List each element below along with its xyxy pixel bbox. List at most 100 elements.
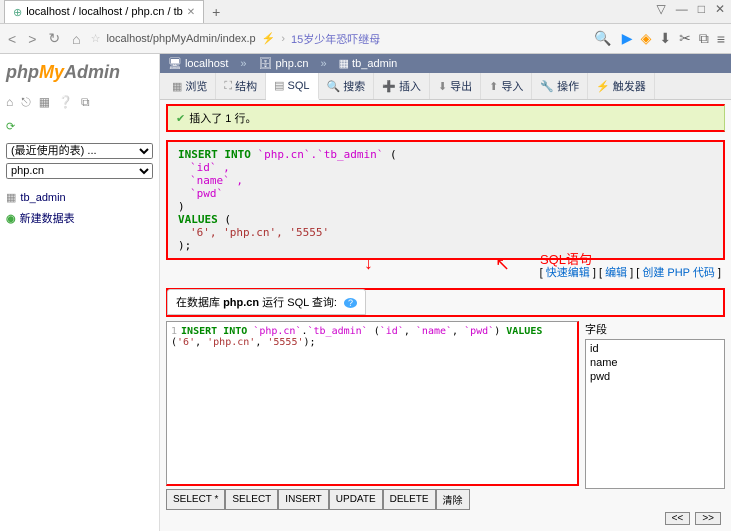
browser-tabs: ⊕ localhost / localhost / php.cn / tb ✕ … bbox=[0, 0, 731, 24]
query-header-outline: 在数据库 php.cn 运行 SQL 查询: ? bbox=[166, 288, 725, 317]
field-panel: 字段 id name pwd bbox=[585, 321, 725, 489]
tab-title: localhost / localhost / php.cn / tb bbox=[26, 6, 183, 18]
browse-icon: ▦ bbox=[172, 80, 182, 93]
tab-export[interactable]: ⬇导出 bbox=[430, 73, 481, 99]
docs-icon[interactable]: ❔ bbox=[58, 95, 73, 110]
forward-button[interactable]: > bbox=[26, 31, 38, 47]
plus-icon: ◉ bbox=[6, 212, 16, 225]
back-button[interactable]: < bbox=[6, 31, 18, 47]
next-button[interactable]: >> bbox=[695, 512, 721, 525]
check-icon: ✔ bbox=[176, 112, 185, 125]
maximize-button[interactable]: □ bbox=[698, 2, 705, 16]
app-layout: phpMyAdmin ⌂ ⎋ ▦ ❔ ⧉ ⟳ (最近使用的表) ... php.… bbox=[0, 54, 731, 531]
tab-structure[interactable]: ⛶结构 bbox=[216, 73, 266, 99]
breadcrumb-sep: » bbox=[240, 57, 246, 70]
tab-browse[interactable]: ▦浏览 bbox=[164, 73, 216, 99]
url-separator: ⚡ bbox=[262, 32, 276, 45]
sql-icon[interactable]: ▦ bbox=[39, 95, 50, 110]
new-tab-button[interactable]: + bbox=[204, 4, 228, 20]
insert-icon: ➕ bbox=[382, 80, 396, 93]
tab-operations[interactable]: 🔧操作 bbox=[532, 73, 588, 99]
close-window-button[interactable]: ✕ bbox=[715, 2, 725, 16]
select-button[interactable]: SELECT bbox=[225, 489, 278, 510]
logout-icon[interactable]: ⎋ bbox=[21, 95, 31, 110]
tab-sql[interactable]: ▤SQL bbox=[266, 73, 318, 100]
table-icon: ▦ bbox=[6, 191, 16, 204]
breadcrumb-sep: » bbox=[321, 57, 327, 70]
copy-icon[interactable]: ⧉ bbox=[699, 30, 709, 47]
quick-edit-link[interactable]: 快速编辑 bbox=[546, 267, 590, 279]
sidebar-quick-icons: ⌂ ⎋ ▦ ❔ ⧉ bbox=[6, 91, 153, 118]
minimize-button[interactable]: — bbox=[676, 2, 688, 16]
phpmyadmin-logo[interactable]: phpMyAdmin bbox=[6, 58, 153, 91]
content-area: 🖥 localhost » 🗄 php.cn » ▦ tb_admin ▦浏览 … bbox=[160, 54, 731, 531]
table-item-tb_admin[interactable]: ▦ tb_admin bbox=[6, 189, 153, 206]
export-icon: ⬇ bbox=[438, 80, 447, 93]
database-select[interactable]: php.cn bbox=[6, 163, 153, 179]
recent-tables-select[interactable]: (最近使用的表) ... bbox=[6, 143, 153, 159]
insert-button[interactable]: INSERT bbox=[278, 489, 329, 510]
field-item[interactable]: id bbox=[590, 342, 720, 356]
tab-search[interactable]: 🔍搜索 bbox=[319, 73, 375, 99]
editor-row: 1INSERT INTO `php.cn`.`tb_admin` (`id`, … bbox=[166, 321, 725, 489]
extension-icon[interactable]: ◈ bbox=[641, 30, 652, 47]
edit-link[interactable]: 编辑 bbox=[605, 267, 627, 279]
prev-button[interactable]: << bbox=[665, 512, 691, 525]
line-number: 1 bbox=[171, 326, 177, 337]
globe-icon: ⊕ bbox=[13, 6, 22, 19]
refresh-icon[interactable]: ⟳ bbox=[6, 121, 15, 133]
new-table-label: 新建数据表 bbox=[20, 210, 75, 226]
tab-import[interactable]: ⬆导入 bbox=[481, 73, 532, 99]
structure-icon: ⛶ bbox=[224, 80, 232, 93]
url-text: localhost/phpMyAdmin/index.p bbox=[106, 33, 255, 45]
sql-result-box: INSERT INTO `php.cn`.`tb_admin` ( `id` ,… bbox=[166, 140, 725, 260]
success-message: ✔ 插入了 1 行。 bbox=[166, 104, 725, 132]
download-icon[interactable]: ⬇ bbox=[659, 30, 671, 47]
triggers-icon: ⚡ bbox=[596, 80, 610, 93]
dropdown-icon[interactable]: › bbox=[281, 33, 285, 45]
help-badge-icon[interactable]: ? bbox=[344, 298, 357, 308]
table-name: tb_admin bbox=[20, 192, 65, 204]
field-item[interactable]: name bbox=[590, 356, 720, 370]
bookmark-icon[interactable]: ☆ bbox=[91, 32, 101, 45]
field-item[interactable]: pwd bbox=[590, 370, 720, 384]
refresh-row: ⟳ bbox=[6, 118, 153, 143]
cut-icon[interactable]: ✂ bbox=[679, 30, 691, 47]
sidebar: phpMyAdmin ⌂ ⎋ ▦ ❔ ⧉ ⟳ (最近使用的表) ... php.… bbox=[0, 54, 160, 531]
home-button[interactable]: ⌂ bbox=[70, 31, 82, 47]
tab-triggers[interactable]: ⚡触发器 bbox=[588, 73, 655, 99]
suggestion-link[interactable]: 15岁少年恐吓继母 bbox=[291, 31, 380, 47]
create-php-link[interactable]: 创建 PHP 代码 bbox=[642, 267, 715, 279]
update-button[interactable]: UPDATE bbox=[329, 489, 383, 510]
menu-icon[interactable]: ≡ bbox=[717, 31, 725, 47]
search-icon[interactable]: 🔍 bbox=[592, 30, 613, 47]
help-icon[interactable]: ⧉ bbox=[81, 95, 90, 110]
sql-editor[interactable]: 1INSERT INTO `php.cn`.`tb_admin` (`id`, … bbox=[166, 321, 579, 486]
home-icon[interactable]: ⌂ bbox=[6, 95, 13, 110]
browser-tab-active[interactable]: ⊕ localhost / localhost / php.cn / tb ✕ bbox=[4, 0, 204, 23]
arrow-down-icon: ↓ bbox=[364, 253, 373, 274]
logo-my: My bbox=[39, 62, 64, 82]
tab-insert[interactable]: ➕插入 bbox=[374, 73, 430, 99]
sql-tab-icon: ▤ bbox=[274, 79, 284, 92]
sql-button-row: SELECT * SELECT INSERT UPDATE DELETE 清除 bbox=[166, 489, 725, 510]
delete-button[interactable]: DELETE bbox=[383, 489, 436, 510]
url-bar[interactable]: ☆ localhost/phpMyAdmin/index.p ⚡ › 15岁少年… bbox=[91, 31, 585, 47]
breadcrumb-table[interactable]: ▦ tb_admin bbox=[339, 57, 398, 70]
arrow-sql-icon: ↖ bbox=[495, 254, 510, 275]
breadcrumb-server[interactable]: 🖥 localhost bbox=[168, 57, 228, 70]
operations-icon: 🔧 bbox=[540, 80, 554, 93]
breadcrumb-db[interactable]: 🗄 php.cn bbox=[259, 57, 309, 70]
query-panel: ↓ 在数据库 php.cn 运行 SQL 查询: ? bbox=[166, 288, 725, 317]
logo-php: php bbox=[6, 62, 39, 82]
reload-button[interactable]: ↻ bbox=[46, 30, 62, 47]
fields-label: 字段 bbox=[585, 321, 725, 337]
select-all-button[interactable]: SELECT * bbox=[166, 489, 225, 510]
shield-icon[interactable]: ▽ bbox=[656, 2, 665, 16]
play-icon[interactable]: ▶ bbox=[622, 30, 633, 47]
field-list[interactable]: id name pwd bbox=[585, 339, 725, 489]
tab-close-icon[interactable]: ✕ bbox=[187, 7, 195, 18]
new-table-button[interactable]: ◉ 新建数据表 bbox=[6, 206, 153, 230]
db-tree: ▦ tb_admin ◉ 新建数据表 bbox=[6, 189, 153, 230]
clear-button[interactable]: 清除 bbox=[436, 489, 470, 510]
